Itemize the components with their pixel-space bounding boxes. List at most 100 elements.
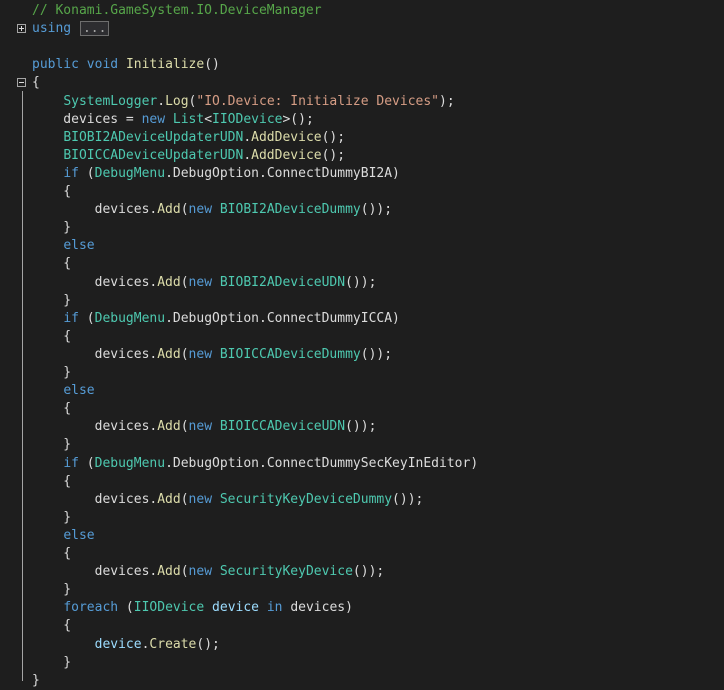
code-token: Add xyxy=(157,491,181,507)
code-token: BIOICCADeviceUpdaterUDN xyxy=(63,147,244,163)
code-token: } xyxy=(32,672,40,688)
collapsed-region[interactable]: ... xyxy=(79,21,110,37)
code-token: .DebugOption.ConnectDummyBI2A) xyxy=(165,165,400,181)
fold-guide-line xyxy=(22,91,23,681)
code-line[interactable]: devices.Add(new SecurityKeyDeviceDummy()… xyxy=(32,491,424,509)
code-line[interactable]: if (DebugMenu.DebugOption.ConnectDummyIC… xyxy=(32,310,400,328)
code-line[interactable]: // Konami.GameSystem.IO.DeviceManager xyxy=(32,2,322,20)
code-token: < xyxy=(204,111,213,127)
collapse-method-icon[interactable] xyxy=(17,78,26,87)
code-token: devices) xyxy=(282,600,353,616)
code-token: DebugMenu xyxy=(94,165,166,181)
code-line[interactable]: else xyxy=(32,382,94,400)
code-line[interactable]: devices.Add(new SecurityKeyDevice()); xyxy=(32,563,385,581)
code-token: BIOICCADeviceDummy xyxy=(219,346,361,362)
code-line[interactable]: { xyxy=(32,545,71,563)
code-token: devices. xyxy=(32,274,158,290)
code-token: new xyxy=(188,202,213,218)
code-line[interactable]: { xyxy=(32,255,71,273)
code-token: DebugMenu xyxy=(94,310,166,326)
code-token: Add xyxy=(157,419,181,435)
code-line[interactable]: else xyxy=(32,237,95,255)
code-line[interactable]: else xyxy=(32,527,94,545)
code-line[interactable]: devices.Add(new BIOBI2ADeviceUDN()); xyxy=(32,274,377,292)
code-token: // Konami.GameSystem.IO.DeviceManager xyxy=(32,3,322,18)
code-line[interactable]: BIOICCADeviceUpdaterUDN.AddDevice(); xyxy=(32,147,345,165)
code-token: new xyxy=(188,274,213,290)
code-line[interactable]: { xyxy=(32,328,71,346)
code-token: Log xyxy=(165,93,189,109)
code-line[interactable]: } xyxy=(32,292,71,310)
code-token: . xyxy=(243,129,252,145)
code-token: ( xyxy=(78,455,95,471)
code-line[interactable]: { xyxy=(32,183,71,201)
code-token: devices = xyxy=(32,111,142,127)
code-line[interactable]: if (DebugMenu.DebugOption.ConnectDummySe… xyxy=(32,455,478,473)
code-token: devices. xyxy=(32,491,158,507)
code-line[interactable]: devices.Add(new BIOBI2ADeviceDummy()); xyxy=(32,201,392,219)
code-token: (); xyxy=(321,147,346,163)
code-line[interactable]: devices = new List<IIODevice>(); xyxy=(32,111,314,129)
code-line[interactable]: } xyxy=(32,219,71,237)
code-token: } xyxy=(32,220,72,236)
code-token: devices. xyxy=(32,202,158,218)
code-token: (); xyxy=(196,636,220,652)
code-editor[interactable]: // Konami.GameSystem.IO.DeviceManager usi… xyxy=(0,0,724,688)
code-line[interactable]: } xyxy=(32,364,71,382)
code-token: Add xyxy=(157,346,181,362)
code-line[interactable]: } xyxy=(32,436,71,454)
code-token: . xyxy=(157,93,166,109)
code-line[interactable]: SystemLogger.Log("IO.Device: Initialize … xyxy=(32,93,454,111)
code-line[interactable]: } xyxy=(32,654,71,672)
code-token: ( xyxy=(78,165,95,181)
code-token: { xyxy=(32,328,72,344)
code-token: public xyxy=(32,57,79,73)
code-line[interactable]: } xyxy=(32,672,40,690)
code-token: if xyxy=(63,165,79,181)
code-line[interactable]: { xyxy=(32,74,40,92)
code-token: } xyxy=(32,365,72,380)
code-token: foreach xyxy=(63,600,119,616)
code-token: (); xyxy=(321,129,346,145)
code-token: ( xyxy=(180,346,189,362)
code-line[interactable]: using ... xyxy=(32,20,110,38)
code-token: ( xyxy=(118,600,134,616)
code-token: ()); xyxy=(392,491,424,507)
code-token: else xyxy=(63,238,95,254)
code-token: IIODevice xyxy=(133,600,205,616)
code-token: BIOBI2ADeviceUpdaterUDN xyxy=(63,129,244,145)
expand-using-icon[interactable] xyxy=(17,24,26,33)
code-token: { xyxy=(32,75,40,91)
code-line[interactable]: devices.Add(new BIOICCADeviceDummy()); xyxy=(32,346,392,364)
code-token: ()); xyxy=(352,564,385,580)
code-token: ( xyxy=(180,419,189,435)
code-line[interactable]: BIOBI2ADeviceUpdaterUDN.AddDevice(); xyxy=(32,129,345,147)
code-line[interactable]: devices.Add(new BIOICCADeviceUDN()); xyxy=(32,418,377,436)
code-token: ( xyxy=(180,274,189,290)
code-token: } xyxy=(32,292,72,308)
code-line[interactable]: } xyxy=(32,581,71,599)
code-line[interactable]: device.Create(); xyxy=(32,636,220,654)
code-line[interactable]: } xyxy=(32,509,71,527)
code-line[interactable]: { xyxy=(32,473,71,491)
code-line[interactable]: foreach (IIODevice device in devices) xyxy=(32,599,353,617)
code-line[interactable]: { xyxy=(32,400,71,418)
code-token: Add xyxy=(157,274,181,290)
code-token: ( xyxy=(180,202,189,218)
code-token: Initialize xyxy=(125,57,205,73)
code-line[interactable]: { xyxy=(32,617,71,635)
code-token: IIODevice xyxy=(212,111,283,127)
code-line[interactable]: if (DebugMenu.DebugOption.ConnectDummyBI… xyxy=(32,165,400,183)
code-line[interactable]: public void Initialize() xyxy=(32,56,220,74)
